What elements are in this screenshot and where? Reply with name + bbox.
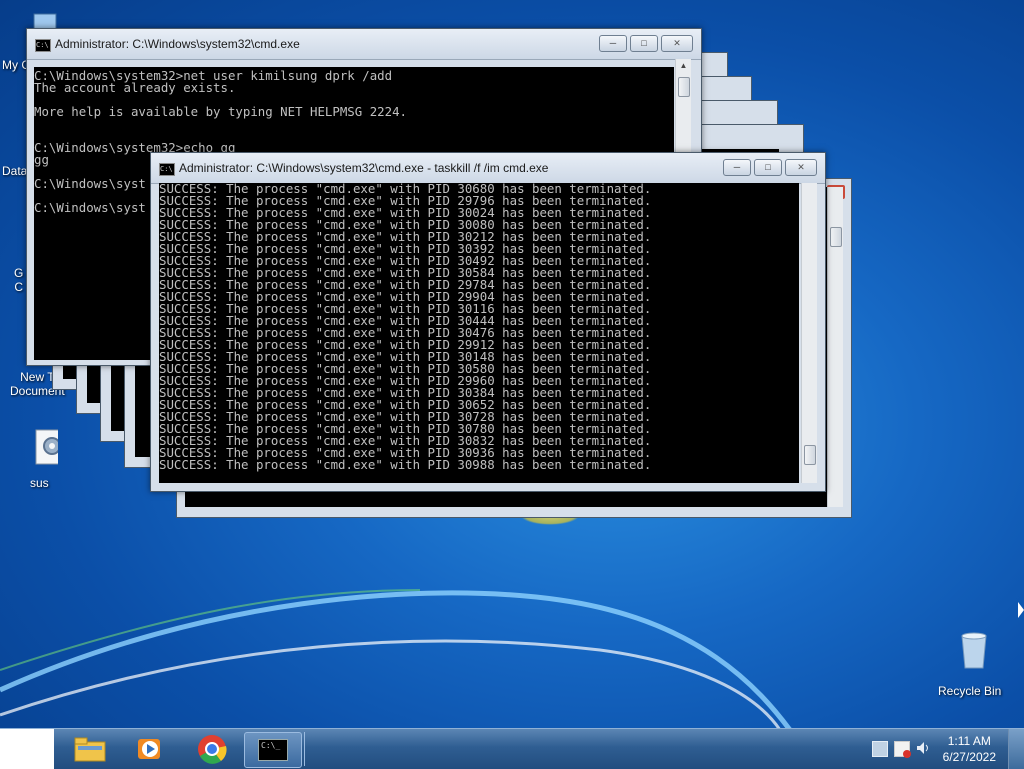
explorer-icon <box>74 737 106 762</box>
console-output[interactable]: SUCCESS: The process "cmd.exe" with PID … <box>159 183 799 483</box>
taskbar-chrome[interactable] <box>184 732 240 766</box>
settings-file-icon <box>35 429 77 465</box>
maximize-button[interactable]: □ <box>754 159 782 176</box>
mouse-cursor-icon <box>1018 602 1024 618</box>
cmd-icon: C:\ <box>35 39 51 52</box>
volume-icon[interactable] <box>916 741 930 755</box>
cmd-icon: C:\ <box>159 163 175 176</box>
scroll-up-icon[interactable]: ▲ <box>676 59 691 73</box>
scrollbar[interactable] <box>801 183 817 483</box>
taskbar-media-player[interactable] <box>122 732 178 766</box>
clock-time: 1:11 AM <box>947 734 991 748</box>
taskbar-explorer[interactable] <box>62 732 118 766</box>
desktop-icon-sus[interactable]: sus <box>0 428 77 490</box>
chrome-icon <box>198 735 227 764</box>
minimize-button[interactable]: ─ <box>599 35 627 52</box>
taskbar-stack-edge <box>300 732 305 766</box>
desktop-icon-label: Recycle Bin <box>938 684 1002 698</box>
taskbar-cmd[interactable]: C:\_ <box>244 732 302 768</box>
media-player-icon <box>138 739 160 759</box>
close-button[interactable]: ✕ <box>661 35 693 52</box>
desktop-icon-label: sus <box>30 476 49 490</box>
clock-date: 6/27/2022 <box>942 750 996 764</box>
start-button[interactable] <box>0 729 54 769</box>
desktop-icon-label: G C <box>14 266 24 294</box>
cmd-icon: C:\_ <box>258 739 288 761</box>
scrollbar[interactable] <box>827 187 843 507</box>
window-titlebar[interactable]: C:\ Administrator: C:\Windows\system32\c… <box>151 153 825 184</box>
minimize-button[interactable]: ─ <box>723 159 751 176</box>
console-line: SUCCESS: The process "cmd.exe" with PID … <box>159 457 652 472</box>
desktop-icon-recycle-bin[interactable]: Recycle Bin <box>936 630 1012 698</box>
wallpaper-swirl <box>0 589 792 732</box>
close-button[interactable]: ✕ <box>785 159 817 176</box>
window-title: Administrator: C:\Windows\system32\cmd.e… <box>55 37 300 51</box>
network-icon[interactable] <box>872 741 888 757</box>
taskbar-clock[interactable]: 1:11 AM 6/27/2022 <box>943 733 996 765</box>
cmd-window-front[interactable]: C:\ Administrator: C:\Windows\system32\c… <box>150 152 826 492</box>
scroll-thumb[interactable] <box>678 77 690 97</box>
window-title: Administrator: C:\Windows\system32\cmd.e… <box>179 161 549 175</box>
recycle-bin-icon <box>961 632 987 669</box>
taskbar: C:\_ 1:11 AM 6/27/2022 <box>0 728 1024 769</box>
action-center-flag-icon[interactable] <box>894 741 911 758</box>
scroll-thumb[interactable] <box>804 445 816 465</box>
show-desktop-button[interactable] <box>1008 729 1024 769</box>
window-titlebar[interactable]: C:\ Administrator: C:\Windows\system32\c… <box>27 29 701 60</box>
maximize-button[interactable]: □ <box>630 35 658 52</box>
console-line: More help is available by typing NET HEL… <box>34 104 407 119</box>
system-tray: 1:11 AM 6/27/2022 <box>864 729 1024 769</box>
desktop-icon-label: Data <box>2 164 28 178</box>
console-line: The account already exists. <box>34 80 236 95</box>
